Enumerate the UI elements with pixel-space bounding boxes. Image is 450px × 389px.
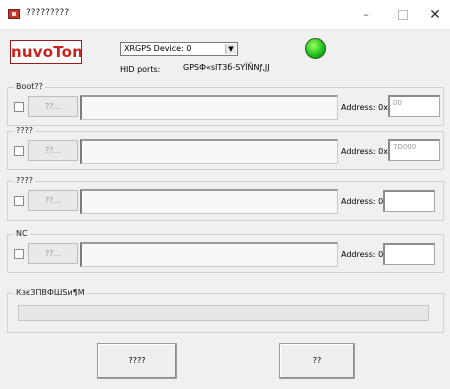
- boot-browse-button[interactable]: ??...: [28, 96, 78, 117]
- group-2: ???? ??... Address: 0x 7D000: [7, 126, 444, 170]
- nuvoton-logo: nuvoTon: [10, 40, 83, 64]
- group-title: Boot??: [14, 82, 45, 91]
- group-3-address-input[interactable]: [383, 190, 435, 212]
- group-3: ???? ??... Address: 0x: [7, 176, 444, 221]
- group-3-browse-button[interactable]: ??...: [28, 190, 78, 211]
- group-2-checkbox[interactable]: [14, 146, 24, 156]
- app-icon: [8, 9, 20, 19]
- group-2-address-input[interactable]: 7D000: [388, 139, 440, 161]
- group-3-path-field[interactable]: [80, 189, 338, 214]
- window-title: ?????????: [26, 8, 69, 18]
- group-title: ????: [14, 176, 35, 185]
- address-label: Address: 0x: [341, 197, 388, 206]
- left-action-button[interactable]: ????: [97, 343, 177, 379]
- address-label: Address: 0x: [341, 103, 388, 112]
- boot-path-field[interactable]: [80, 95, 338, 120]
- group-title: ????: [14, 126, 35, 135]
- device-select[interactable]: XRGPS Device: 0 ▼: [120, 42, 238, 56]
- address-label: Address: 0x: [341, 250, 388, 259]
- nc-checkbox[interactable]: [14, 249, 24, 259]
- group-3-checkbox[interactable]: [14, 196, 24, 206]
- title-bar: ????????? – ✕: [0, 0, 450, 30]
- address-label: Address: 0x: [341, 147, 388, 156]
- group-title: NC: [14, 229, 30, 238]
- status-led-icon: [305, 38, 326, 59]
- maximize-icon[interactable]: [393, 5, 413, 25]
- boot-address-input[interactable]: 00: [388, 95, 440, 117]
- minimize-icon[interactable]: –: [356, 5, 376, 25]
- hid-ports-value: GPSФ«sIT3б-ЅYЇÑNƒ,JЈ: [183, 63, 270, 72]
- boot-checkbox[interactable]: [14, 102, 24, 112]
- chevron-down-icon[interactable]: ▼: [225, 44, 236, 54]
- nc-group: NC ??... Address: 0x: [7, 229, 444, 273]
- right-action-button[interactable]: ??: [279, 343, 355, 379]
- boot-group: Boot?? ??... Address: 0x 00: [7, 82, 444, 126]
- nc-browse-button[interactable]: ??...: [28, 243, 78, 264]
- nc-address-input[interactable]: [383, 243, 435, 265]
- group-2-browse-button[interactable]: ??...: [28, 140, 78, 161]
- progress-title: КзєЗПВФШЅи¶М: [14, 288, 87, 297]
- close-icon[interactable]: ✕: [425, 5, 445, 25]
- nc-path-field[interactable]: [80, 242, 338, 267]
- progress-bar: [18, 305, 429, 321]
- device-select-value: XRGPS Device: 0: [124, 44, 192, 53]
- hid-ports-label: HID ports:: [120, 65, 161, 74]
- group-2-path-field[interactable]: [80, 139, 338, 164]
